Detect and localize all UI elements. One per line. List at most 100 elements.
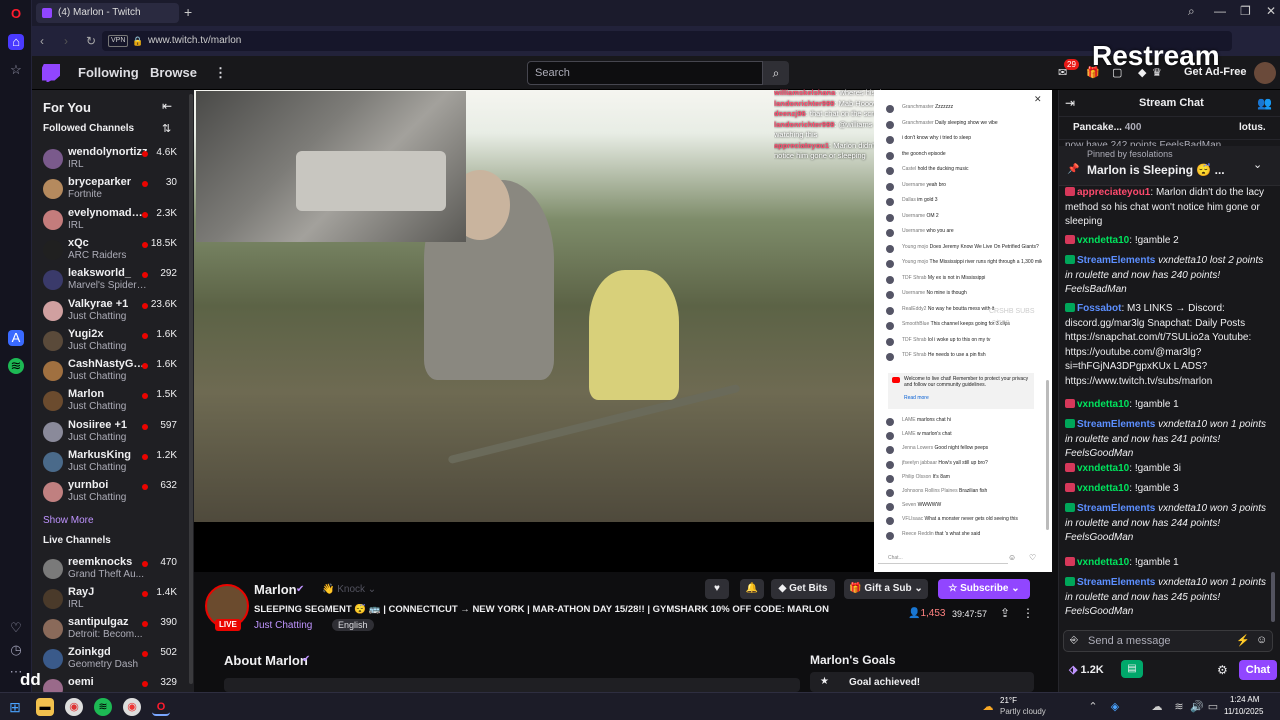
opera-logo-icon[interactable]: O	[8, 6, 24, 22]
sidebar-channel[interactable]: Marlon Just Chatting 1.5K	[32, 388, 192, 418]
channel-avatar[interactable]	[43, 149, 63, 169]
channel-avatar[interactable]	[43, 209, 63, 230]
tray-chevron-icon[interactable]: ⌃	[1084, 698, 1102, 716]
history-icon[interactable]: ◷	[8, 642, 24, 658]
show-more-link[interactable]: Show More	[43, 515, 94, 526]
clock-time[interactable]: 1:24 AM	[1230, 695, 1259, 704]
prediction-icon[interactable]: ▤	[1121, 660, 1143, 678]
sidebar-channel[interactable]: MarkusKing Just Chatting 1.2K	[32, 449, 192, 479]
community-icon[interactable]: 👥	[1257, 96, 1272, 110]
chat-username[interactable]: Fossabot	[1077, 303, 1121, 314]
user-avatar[interactable]	[1254, 62, 1276, 84]
sidebar-channel[interactable]: Nosiiree +1 Just Chatting 597	[32, 419, 192, 449]
more-options-icon[interactable]: ⋮	[1022, 606, 1034, 620]
leader-2-name[interactable]: lotus.	[1239, 122, 1266, 133]
spotify-taskbar-icon[interactable]: ≋	[94, 698, 112, 716]
get-bits-button[interactable]: ◆ Get Bits	[771, 579, 835, 599]
chat-username[interactable]: vxndetta10	[1077, 399, 1129, 410]
wifi-icon[interactable]: ≋	[1170, 698, 1188, 716]
sidebar-channel[interactable]: Valkyrae +1 Just Chatting 23.6K	[32, 298, 192, 328]
minimize-button[interactable]: —	[1214, 4, 1226, 18]
chat-username[interactable]: vxndetta10	[1077, 463, 1129, 474]
tray-cloud-icon[interactable]: ☁	[1148, 698, 1166, 716]
gift-sub-button[interactable]: 🎁 Gift a Sub ⌄	[844, 579, 928, 599]
chrome-2-icon[interactable]: ◉	[123, 698, 141, 716]
sidebar-scrollbar[interactable]	[189, 94, 193, 684]
forward-button[interactable]: ›	[64, 34, 68, 48]
chat-send-button[interactable]: Chat	[1239, 660, 1277, 680]
channel-avatar[interactable]	[43, 300, 63, 321]
weather-desc[interactable]: Partly cloudy	[1000, 707, 1046, 716]
spotify-icon[interactable]: ≋	[8, 358, 24, 374]
back-button[interactable]: ‹	[40, 34, 44, 48]
channel-avatar[interactable]	[43, 270, 63, 291]
subscribe-button[interactable]: ☆ Subscribe ⌄	[938, 579, 1030, 599]
channel-avatar[interactable]	[43, 179, 63, 200]
following-link[interactable]: Following	[78, 65, 139, 80]
chat-settings-icon[interactable]: ⚙	[1217, 663, 1228, 677]
more-menu-icon[interactable]: ⋮	[214, 65, 227, 81]
battery-icon[interactable]: ▭	[1204, 698, 1222, 716]
leader-1[interactable]: Pancake... 400	[1073, 122, 1141, 133]
close-window-button[interactable]: ✕	[1266, 4, 1276, 18]
sidebar-channel[interactable]: reemknocks Grand Theft Au... 470	[32, 556, 192, 586]
chat-username[interactable]: vxndetta10	[1077, 483, 1129, 494]
language-tag[interactable]: English	[332, 619, 374, 631]
chat-username[interactable]: StreamElements	[1077, 503, 1155, 514]
expand-pinned-icon[interactable]: ⌄	[1253, 158, 1262, 171]
chat-username[interactable]: appreciateyou1	[1077, 187, 1150, 198]
aria-icon[interactable]: A	[8, 330, 24, 346]
tray-app-icon[interactable]: ◈	[1106, 698, 1124, 716]
reload-button[interactable]: ↻	[86, 34, 96, 48]
channel-avatar[interactable]	[43, 239, 63, 260]
collapse-chat-icon[interactable]: ⇥	[1065, 96, 1075, 110]
channel-avatar[interactable]	[43, 330, 63, 351]
notification-bell-button[interactable]: 🔔	[740, 579, 764, 599]
clock-date[interactable]: 11/10/2025	[1224, 707, 1263, 716]
sidebar-channel[interactable]: evelynomadera IRL 2.3K	[32, 207, 192, 237]
knock-button[interactable]: 👋 Knock ⌄	[322, 584, 376, 595]
weather-temp[interactable]: 21°F	[1000, 696, 1017, 705]
search-tabs-icon[interactable]: ⌕	[1188, 4, 1195, 19]
url-field[interactable]: VPN 🔒 www.twitch.tv/marlon	[102, 31, 1232, 51]
opera-taskbar-icon[interactable]: O	[152, 698, 170, 716]
search-input[interactable]: Search	[527, 61, 763, 85]
channel-avatar[interactable]	[43, 452, 63, 472]
pinned-message[interactable]: Pinned by fesolations 📌 Marlon is Sleepi…	[1059, 146, 1280, 186]
twitch-logo-icon[interactable]	[42, 64, 60, 82]
sidebar-channel[interactable]: bryceparker Fortnite 30	[32, 176, 192, 206]
new-tab-button[interactable]: +	[184, 4, 192, 20]
heart-icon[interactable]: ♡	[8, 620, 24, 636]
bits-cheer-icon[interactable]: ⚡	[1236, 634, 1250, 647]
chat-input[interactable]: ⎆ Send a message ⚡ ☺	[1063, 630, 1273, 652]
chat-username[interactable]: StreamElements	[1077, 577, 1155, 588]
overlay-heart-icon[interactable]: ♡	[1029, 553, 1036, 562]
sidebar-channel[interactable]: leaksworld_ Marvel's Spider-... 292	[32, 267, 192, 297]
home-icon[interactable]: ⌂	[8, 34, 24, 50]
overlay-scrollbar[interactable]	[1046, 380, 1049, 530]
channel-avatar[interactable]	[43, 619, 63, 639]
channel-points[interactable]: ⬗ 1.2K	[1069, 663, 1104, 676]
sidebar-channel[interactable]: yurnboi Just Chatting 632	[32, 479, 192, 509]
follow-heart-button[interactable]: ♥	[705, 579, 729, 599]
maximize-button[interactable]: ❐	[1240, 4, 1251, 18]
channel-avatar[interactable]	[43, 361, 63, 382]
category-link[interactable]: Just Chatting	[254, 620, 312, 631]
chat-username[interactable]: vxndetta10	[1077, 557, 1129, 568]
sidebar-channel[interactable]: wendolynortizz IRL 4.6K	[32, 146, 192, 176]
tab-twitch[interactable]: (4) Marlon - Twitch	[36, 3, 179, 23]
emote-icon[interactable]: ☺	[1256, 634, 1267, 646]
share-icon[interactable]: ⇪	[1000, 606, 1010, 620]
sidebar-channel[interactable]: Zoinkgd Geometry Dash 502	[32, 646, 192, 676]
chat-scrollbar[interactable]	[1271, 572, 1275, 622]
sidebar-channel[interactable]: xQc ARC Raiders 18.5K	[32, 237, 192, 267]
channel-avatar[interactable]	[43, 559, 63, 579]
channel-avatar[interactable]	[43, 649, 63, 669]
overlay-chat-input[interactable]: Chat...	[878, 552, 1008, 564]
chat-username[interactable]: StreamElements	[1077, 419, 1155, 430]
file-explorer-icon[interactable]: ▬	[36, 698, 54, 716]
chrome-icon[interactable]: ◉	[65, 698, 83, 716]
sidebar-channel[interactable]: CashNastyGam...Just Chatting 1.6K	[32, 358, 192, 388]
channel-avatar[interactable]	[43, 421, 63, 442]
chat-username[interactable]: vxndetta10	[1077, 235, 1129, 246]
